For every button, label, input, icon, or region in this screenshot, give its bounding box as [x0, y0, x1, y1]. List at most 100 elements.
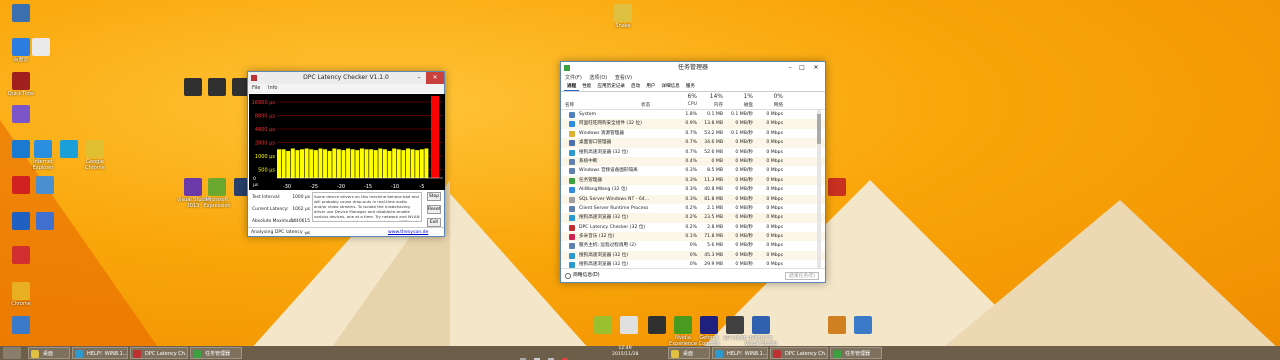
start-button[interactable] — [3, 347, 21, 359]
process-row[interactable]: 多米音乐 (32 位) 0.1% 71.8 MB 0 MB/秒 0 Mbps — [561, 232, 825, 242]
dpc-menubar: File Info — [248, 84, 444, 93]
dpc-title: DPC Latency Checker V1.1.0 — [303, 74, 389, 81]
close-icon[interactable]: ✕ — [807, 62, 825, 74]
tm-menu-options[interactable]: 选项(O) — [589, 75, 607, 81]
desktop-icon[interactable]: QuickTime — [4, 72, 38, 103]
process-row[interactable]: 搜狗高速浏览器 (32 位) 0% 45.3 MB 0 MB/秒 0 Mbps — [561, 250, 825, 261]
process-row[interactable]: 服务主机: 远程过程调用 (2) 0% 5.6 MB 0 MB/秒 0 Mbps — [561, 241, 825, 250]
latency-bar — [396, 149, 401, 178]
process-row[interactable]: DPC Latency Checker (32 位) 0.2% 2.8 MB 0 MB… — [561, 223, 825, 232]
thesycon-link[interactable]: www.thesycon.de — [388, 228, 428, 237]
app-icon — [752, 316, 770, 334]
cpu-col-header[interactable]: CPU — [671, 102, 697, 107]
taskbar-button[interactable]: 任务管理器 — [830, 347, 882, 359]
process-icon — [569, 140, 575, 147]
tab-2[interactable]: 应用历史记录 — [594, 83, 628, 91]
process-row[interactable]: 任务管理器 0.3% 11.3 MB 0 MB/秒 0 Mbps — [561, 175, 825, 186]
col-name-header[interactable]: 名称 — [565, 102, 574, 108]
latency-bar — [392, 148, 397, 178]
tab-5[interactable]: 详细信息 — [658, 83, 682, 91]
process-row[interactable]: 阿里旺旺网购安全组件 (32 位) 0.9% 13.8 MB 0 MB/秒 0 Mbps — [561, 119, 825, 129]
taskbar-label: 任务管理器 — [205, 351, 231, 357]
dpc-titlebar[interactable]: DPC Latency Checker V1.1.0 – ✕ — [248, 72, 444, 84]
dpc-menu-info[interactable]: Info — [268, 85, 277, 91]
process-list: System 1.8% 0.1 MB 0.1 MB/秒 0 Mbps 阿里旺旺网购安全组件… — [561, 110, 825, 270]
latency-bar — [277, 149, 282, 178]
latency-bar — [415, 150, 420, 178]
process-w: 0 Mbps — [766, 243, 783, 249]
app-icon — [12, 282, 30, 300]
process-m: 13.8 MB — [704, 121, 723, 127]
process-row[interactable]: 搜狗高速浏览器 (32 位) 0.2% 23.5 MB 0 MB/秒 0 Mbps — [561, 213, 825, 223]
process-row[interactable]: Client Server Runtime Process 0.2% 2.1 MB 0… — [561, 204, 825, 213]
latency-bar — [313, 150, 318, 178]
taskbar-button[interactable]: DPC Latency Ch... — [770, 347, 828, 359]
desktop-icon[interactable] — [4, 316, 38, 346]
process-icon — [569, 205, 575, 212]
minimize-icon[interactable]: – — [414, 72, 424, 84]
chevron-up-icon[interactable] — [565, 273, 571, 279]
tab-1[interactable]: 性能 — [579, 83, 594, 91]
app-icon — [594, 316, 612, 334]
tm-menu-file[interactable]: 文件(F) — [565, 75, 582, 81]
process-row[interactable]: SQL Server Windows NT - 64... 0.3% 81.8 MB… — [561, 194, 825, 204]
desktop-icon[interactable] — [28, 176, 62, 207]
minimize-icon[interactable]: – — [785, 62, 795, 74]
process-row[interactable]: 搜狗高速浏览器 (32 位) 0.7% 52.6 MB 0 MB/秒 0 Mbps — [561, 148, 825, 157]
process-d: 0 MB/秒 — [735, 196, 753, 202]
tm-titlebar[interactable]: 任务管理器 – □ ✕ — [561, 62, 825, 74]
col-status-header[interactable]: 状态 — [641, 102, 650, 108]
app-icon — [828, 316, 846, 334]
maximize-icon[interactable]: □ — [797, 62, 807, 74]
desktop-icon[interactable]: Chrome — [4, 282, 38, 313]
disk-col-header[interactable]: 磁盘 — [727, 102, 753, 108]
latency-bar — [323, 149, 328, 178]
mem-pct: 14% — [709, 93, 723, 100]
close-icon[interactable]: ✕ — [426, 72, 444, 84]
reset-button[interactable]: Reset — [427, 205, 441, 214]
process-m: 53.2 MB — [704, 130, 723, 136]
dpc-menu-file[interactable]: File — [252, 85, 260, 91]
stop-button[interactable]: Stop — [427, 192, 441, 201]
clock[interactable]: 12:49 2015/11/28 — [612, 346, 638, 358]
dpc-buttons: Stop Reset Exit — [427, 192, 441, 227]
x-tick-label: -25 — [310, 184, 318, 190]
process-row[interactable]: 桌面窗口管理器 0.7% 34.6 MB 0 MB/秒 0 Mbps — [561, 138, 825, 148]
tm-scroll-thumb[interactable] — [817, 114, 821, 144]
taskbar-button[interactable]: 任务管理器 — [190, 347, 242, 359]
tab-6[interactable]: 服务 — [683, 83, 698, 91]
desktop-icon[interactable] — [846, 316, 880, 346]
tab-4[interactable]: 用户 — [643, 83, 658, 91]
tm-menu-view[interactable]: 查看(V) — [615, 75, 632, 81]
dpc-window: DPC Latency Checker V1.1.0 – ✕ File Info… — [247, 71, 445, 237]
taskbar-button[interactable]: 桌面 — [668, 347, 710, 359]
exit-button[interactable]: Exit — [427, 218, 441, 227]
taskbar-button[interactable]: HELP！WIN8.1... — [712, 347, 768, 359]
app-icon — [34, 140, 52, 158]
taskbar-button[interactable]: DPC Latency Ch... — [130, 347, 188, 359]
tm-scrollbar[interactable] — [817, 110, 821, 268]
taskbar-button[interactable]: HELP！WIN8.1... — [72, 347, 128, 359]
net-col-header[interactable]: 网络 — [757, 102, 783, 108]
tab-0[interactable]: 进程 — [564, 83, 580, 91]
fewer-details-link[interactable]: 简略信息(D) — [573, 269, 600, 283]
desktop-icon[interactable] — [24, 38, 58, 69]
desktop-icon[interactable]: Blend for Visual Studio — [744, 316, 778, 346]
process-row[interactable]: Windows 音频设备图形隔离 0.3% 8.5 MB 0 MB/秒 0 Mbps — [561, 166, 825, 175]
desktop-icon[interactable]: Snake — [606, 4, 640, 35]
taskbar-button[interactable]: 桌面 — [28, 347, 70, 359]
desktop-icon[interactable] — [4, 246, 38, 277]
process-row[interactable]: Windows 资源管理器 0.7% 53.2 MB 0.1 MB/秒 0 Mbps — [561, 129, 825, 138]
end-task-button[interactable]: 结束任务(E) — [785, 272, 819, 280]
desktop-icon[interactable] — [28, 212, 62, 243]
process-row[interactable]: 系统中断 0.4% 0 MB 0 MB/秒 0 Mbps — [561, 156, 825, 167]
desktop-icon[interactable] — [4, 105, 38, 136]
tab-3[interactable]: 启动 — [628, 83, 643, 91]
mem-col-header[interactable]: 内存 — [699, 102, 723, 108]
process-row[interactable]: AliWangWang (32 位) 0.3% 40.8 MB 0 MB/秒 0 Mbp… — [561, 185, 825, 194]
taskbar-app-icon — [715, 350, 723, 358]
desktop-icon[interactable]: Google Chrome — [78, 140, 112, 171]
latency-bar — [419, 149, 424, 178]
process-row[interactable]: System 1.8% 0.1 MB 0.1 MB/秒 0 Mbps — [561, 110, 825, 119]
desktop-icon[interactable] — [4, 4, 38, 35]
